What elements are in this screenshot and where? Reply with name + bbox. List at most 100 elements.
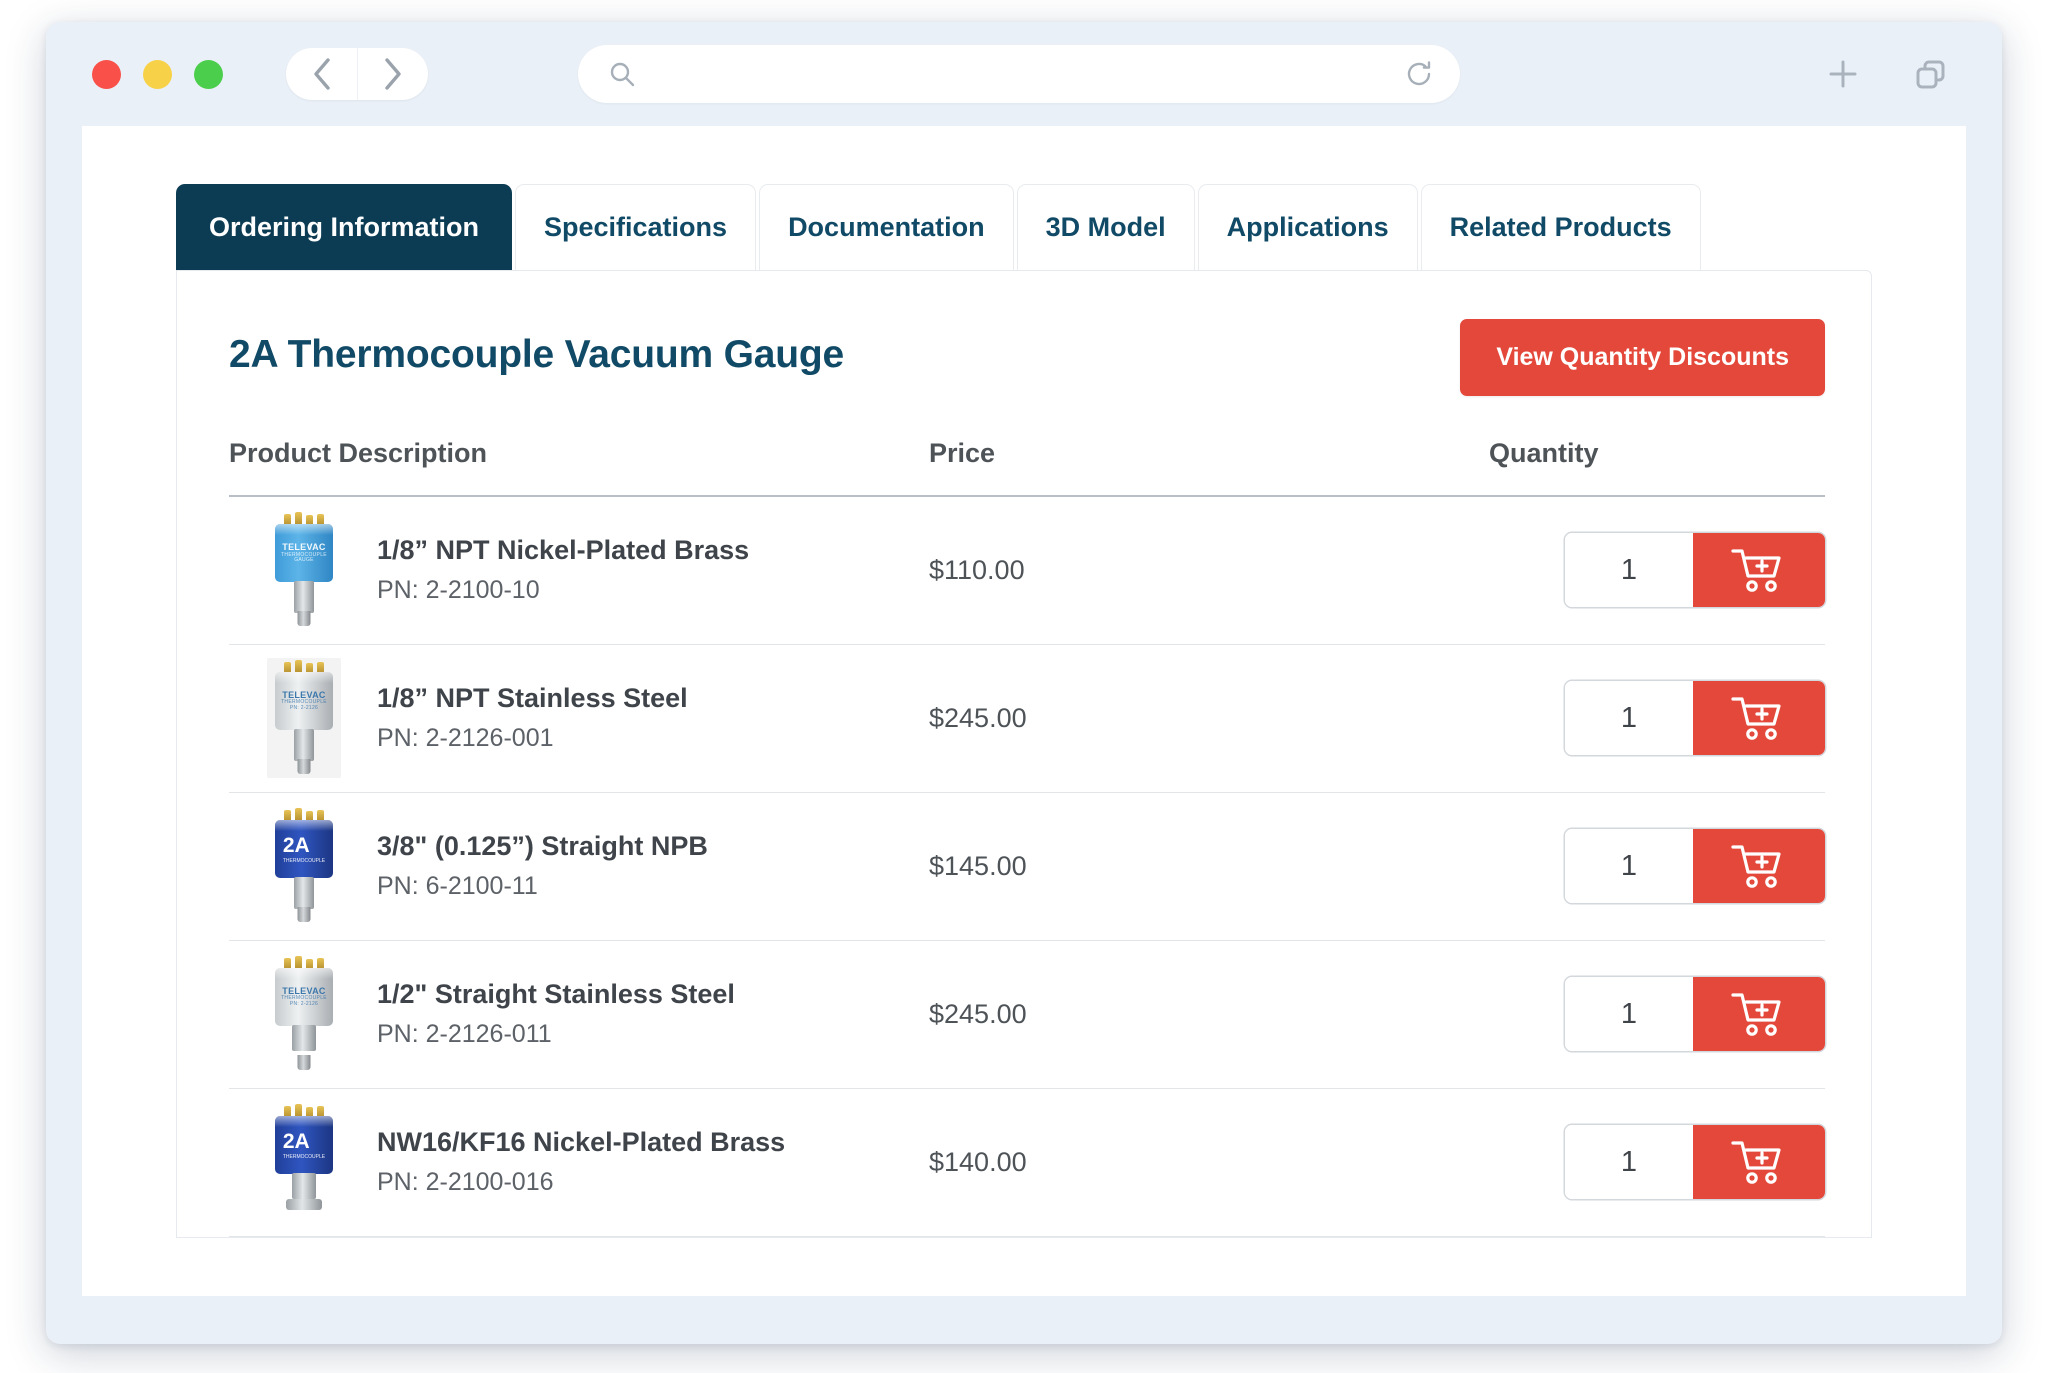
product-description-cell: TELEVAC THERMOCOUPLE PN: 2-2126 1/2" Strai…	[229, 940, 929, 1089]
quantity-input[interactable]	[1565, 1125, 1693, 1199]
product-quantity-cell	[1489, 496, 1825, 645]
ordering-information-panel: 2A Thermocouple Vacuum Gauge View Quanti…	[176, 270, 1872, 1238]
tab-overview-button[interactable]	[1912, 55, 1950, 93]
tab-label: Ordering Information	[209, 212, 479, 242]
product-description-cell: TELEVAC THERMOCOUPLE PN: 2-2126 1/8” NPT S	[229, 644, 929, 793]
browser-toolbar	[46, 22, 2002, 126]
product-quantity-cell	[1489, 644, 1825, 793]
quantity-input[interactable]	[1565, 829, 1693, 903]
add-to-cart-icon	[1731, 1141, 1781, 1184]
product-table: Product Description Price Quantity TELEV…	[229, 438, 1825, 1237]
reload-button[interactable]	[1404, 59, 1434, 89]
tab-related-products[interactable]: Related Products	[1420, 184, 1701, 270]
page-viewport: Ordering Information Specifications Docu…	[82, 126, 1966, 1296]
product-description-cell: 2A THERMOCOUPLE NW16/KF16 Nickel-Plated B…	[229, 1088, 929, 1237]
tab-3d-model[interactable]: 3D Model	[1016, 184, 1195, 270]
product-tabs: Ordering Information Specifications Docu…	[176, 184, 1966, 270]
product-thumbnail: TELEVAC THERMOCOUPLE PN: 2-2126	[255, 658, 353, 778]
product-thumbnail: 2A THERMOCOUPLE	[255, 807, 353, 925]
tab-ordering-information[interactable]: Ordering Information	[176, 184, 512, 270]
product-price: $110.00	[929, 496, 1489, 645]
table-header: Product Description Price Quantity	[229, 438, 1825, 497]
maximize-window-button[interactable]	[194, 59, 223, 89]
table-row: TELEVAC THERMOCOUPLE PN: 2-2126 1/8” NPT S	[229, 644, 1825, 793]
add-to-cart-icon	[1731, 697, 1781, 740]
tab-overview-icon	[1916, 60, 1945, 89]
product-name: 1/8” NPT Stainless Steel	[377, 683, 688, 713]
tab-applications[interactable]: Applications	[1197, 184, 1418, 270]
back-button[interactable]	[286, 48, 357, 100]
add-to-cart-icon	[1731, 549, 1781, 593]
navigation-buttons	[286, 48, 428, 100]
product-name: NW16/KF16 Nickel-Plated Brass	[377, 1127, 786, 1157]
product-price: $145.00	[929, 792, 1489, 941]
column-header-description: Product Description	[229, 438, 929, 497]
search-icon	[610, 62, 635, 87]
page-title: 2A Thermocouple Vacuum Gauge	[229, 333, 844, 376]
add-to-cart-button[interactable]	[1693, 533, 1825, 608]
view-quantity-discounts-button[interactable]: View Quantity Discounts	[1460, 319, 1825, 396]
window-controls	[92, 59, 223, 89]
quantity-input[interactable]	[1565, 977, 1693, 1051]
product-quantity-cell	[1489, 1088, 1825, 1237]
table-row: 2A THERMOCOUPLE 3/8" (0.125”) Straight NP…	[229, 792, 1825, 941]
product-price: $245.00	[929, 940, 1489, 1089]
add-to-cart-button[interactable]	[1693, 681, 1825, 755]
tab-label: Specifications	[544, 212, 728, 242]
tab-documentation[interactable]: Documentation	[759, 184, 1014, 270]
tab-label: Applications	[1226, 212, 1389, 242]
product-description-cell: 2A THERMOCOUPLE 3/8" (0.125”) Straight NP…	[229, 792, 929, 941]
add-to-cart-icon	[1731, 845, 1781, 888]
column-header-quantity: Quantity	[1489, 438, 1825, 497]
address-bar[interactable]	[578, 45, 1460, 103]
chevron-right-icon	[385, 58, 401, 90]
product-name: 3/8" (0.125”) Straight NPB	[377, 831, 708, 861]
product-quantity-cell	[1489, 940, 1825, 1089]
minimize-window-button[interactable]	[143, 59, 172, 89]
product-price: $245.00	[929, 644, 1489, 793]
table-row: TELEVAC THERMOCOUPLE PN: 2-2126 1/2" Strai…	[229, 940, 1825, 1089]
browser-window: Ordering Information Specifications Docu…	[46, 22, 2002, 1344]
vacuum-gauge-icon: TELEVAC THERMOCOUPLE PN: 2-2126	[273, 660, 335, 776]
table-row: TELEVAC THERMOCOUPLE GAUGE 1/8” NPT Nickel…	[229, 496, 1825, 645]
vacuum-gauge-icon: TELEVAC THERMOCOUPLE PN: 2-2126	[273, 956, 335, 1072]
product-description-cell: TELEVAC THERMOCOUPLE GAUGE 1/8” NPT Nickel…	[229, 496, 929, 645]
product-thumbnail: 2A THERMOCOUPLE	[255, 1103, 353, 1221]
add-to-cart-button[interactable]	[1693, 977, 1825, 1051]
vacuum-gauge-icon: TELEVAC THERMOCOUPLE GAUGE	[273, 512, 335, 628]
table-body: TELEVAC THERMOCOUPLE GAUGE 1/8” NPT Nickel…	[229, 496, 1825, 1237]
product-quantity-cell	[1489, 792, 1825, 941]
vacuum-gauge-icon: 2A THERMOCOUPLE	[273, 1104, 335, 1220]
tab-label: 3D Model	[1045, 212, 1166, 242]
add-to-cart-button[interactable]	[1693, 1125, 1825, 1199]
product-part-number: PN: 2-2126-001	[377, 723, 554, 752]
product-part-number: PN: 6-2100-11	[377, 871, 538, 900]
table-row: 2A THERMOCOUPLE NW16/KF16 Nickel-Plated B…	[229, 1088, 1825, 1237]
product-name: 1/2" Straight Stainless Steel	[377, 979, 735, 1009]
reload-icon	[1407, 61, 1431, 86]
product-part-number: PN: 2-2100-10	[377, 576, 540, 604]
product-thumbnail: TELEVAC THERMOCOUPLE PN: 2-2126	[255, 955, 353, 1073]
add-to-cart-button[interactable]	[1693, 829, 1825, 903]
close-window-button[interactable]	[92, 59, 121, 89]
panel-header: 2A Thermocouple Vacuum Gauge View Quanti…	[229, 319, 1825, 396]
product-price: $140.00	[929, 1088, 1489, 1237]
tab-label: Documentation	[788, 212, 985, 242]
forward-button[interactable]	[357, 48, 428, 100]
new-tab-button[interactable]	[1824, 55, 1862, 93]
add-to-cart-icon	[1731, 993, 1781, 1036]
plus-icon	[1829, 60, 1857, 88]
product-thumbnail: TELEVAC THERMOCOUPLE GAUGE	[255, 511, 353, 629]
quantity-input[interactable]	[1565, 533, 1693, 608]
product-name: 1/8” NPT Nickel-Plated Brass	[377, 535, 750, 566]
product-part-number: PN: 2-2100-016	[377, 1167, 554, 1196]
chevron-left-icon	[313, 58, 330, 90]
product-part-number: PN: 2-2126-011	[377, 1019, 552, 1048]
quantity-input[interactable]	[1565, 681, 1693, 755]
column-header-price: Price	[929, 438, 1489, 497]
url-input[interactable]	[656, 61, 1404, 87]
tab-specifications[interactable]: Specifications	[515, 184, 757, 270]
toolbar-actions	[1824, 22, 1950, 126]
tab-label: Related Products	[1449, 212, 1672, 242]
vacuum-gauge-icon: 2A THERMOCOUPLE	[273, 808, 335, 924]
